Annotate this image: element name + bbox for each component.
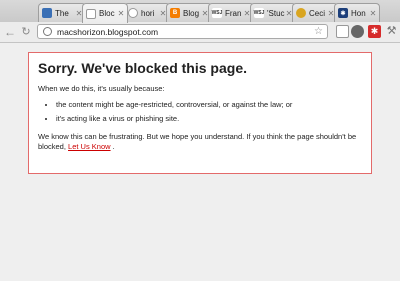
tab-8[interactable]: ✱ Hon ✕ xyxy=(334,3,380,22)
extension-badge-icon[interactable] xyxy=(351,25,364,38)
address-bar[interactable]: macshorizon.blogspot.com ☆ xyxy=(37,24,328,39)
tab-7[interactable]: Ceci ✕ xyxy=(292,3,338,22)
reasons-list: the content might be age-restricted, con… xyxy=(38,100,362,124)
tab-6[interactable]: WSJ 'Stuc ✕ xyxy=(250,3,296,22)
tab-strip: The ✕ Bloc ✕ hori ✕ B Blog ✕ WSJ Fran ✕ … xyxy=(0,0,400,23)
close-tab-icon[interactable]: ✕ xyxy=(117,9,125,18)
tab-3[interactable]: hori ✕ xyxy=(124,3,170,22)
tab-label: Hon xyxy=(351,8,366,18)
reason-item: the content might be age-restricted, con… xyxy=(56,100,296,110)
wrench-menu-icon[interactable]: ⚒ xyxy=(385,25,398,38)
tab-label: hori xyxy=(141,8,155,18)
badge-favicon-icon: ✱ xyxy=(338,8,348,18)
closing-text: We know this can be frustrating. But we … xyxy=(38,132,362,152)
closing-period: . xyxy=(112,142,115,151)
extension-page-icon[interactable] xyxy=(336,25,349,38)
tab-4[interactable]: B Blog ✕ xyxy=(166,3,212,22)
wsj-favicon-icon: WSJ xyxy=(253,8,265,18)
shield-favicon-icon xyxy=(42,8,52,18)
tab-label: Bloc xyxy=(99,9,115,18)
globe-icon xyxy=(43,27,52,36)
page-title: Sorry. We've blocked this page. xyxy=(38,60,247,76)
tab-label: The xyxy=(55,8,69,18)
intro-text: When we do this, it's usually because: xyxy=(38,84,165,93)
tab-label: Fran xyxy=(225,8,242,18)
extension-red-icon[interactable]: ✱ xyxy=(368,25,381,38)
tab-label: 'Stuc xyxy=(267,8,285,18)
bookmark-star-icon[interactable]: ☆ xyxy=(314,25,323,38)
reload-button[interactable]: ↻ xyxy=(19,25,33,39)
tab-label: Ceci xyxy=(309,8,326,18)
tab-1[interactable]: The ✕ xyxy=(38,3,86,22)
back-button[interactable]: ← xyxy=(3,25,17,39)
blogger-favicon-icon: B xyxy=(170,8,180,18)
blocked-page-notice: Sorry. We've blocked this page. When we … xyxy=(28,52,372,174)
person-favicon-icon xyxy=(296,8,306,18)
toolbar: ← ↻ macshorizon.blogspot.com ☆ ✱ ⚒ xyxy=(0,22,400,43)
close-tab-icon[interactable]: ✕ xyxy=(369,9,377,18)
url-text: macshorizon.blogspot.com xyxy=(57,27,159,37)
tab-2[interactable]: Bloc ✕ xyxy=(82,3,128,23)
globe-favicon-icon xyxy=(128,8,138,18)
tab-5[interactable]: WSJ Fran ✕ xyxy=(208,3,254,22)
wsj-favicon-icon: WSJ xyxy=(211,8,223,18)
reason-item: it's acting like a virus or phishing sit… xyxy=(56,114,296,124)
tab-label: Blog xyxy=(183,8,200,18)
sad-page-favicon-icon xyxy=(86,8,96,19)
let-us-know-link[interactable]: Let Us Know xyxy=(68,142,111,151)
